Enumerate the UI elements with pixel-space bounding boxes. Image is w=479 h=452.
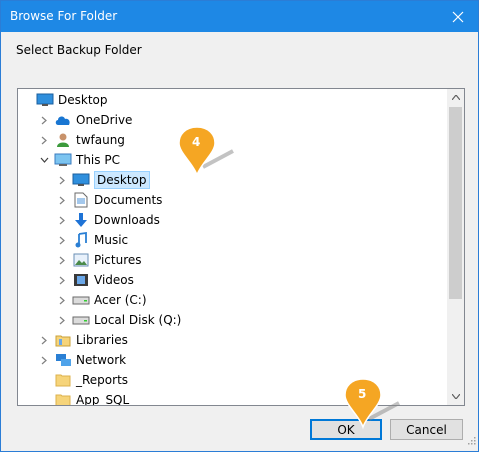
tree-item-label: _Reports: [76, 373, 129, 387]
chevron-right-icon[interactable]: [38, 112, 50, 128]
tree-item-label: Acer (C:): [94, 293, 147, 307]
video-icon: [72, 272, 90, 288]
cloud-icon: [54, 112, 72, 128]
drive-icon: [72, 312, 90, 328]
chevron-right-icon[interactable]: [38, 132, 50, 148]
title-bar[interactable]: Browse For Folder: [1, 1, 478, 32]
step-4-label: 4: [192, 135, 201, 149]
chevron-right-icon[interactable]: [56, 232, 68, 248]
chevron-right-icon[interactable]: [56, 252, 68, 268]
tree-item-label: App_SQL: [76, 393, 130, 406]
tree-item-label: Desktop: [58, 93, 108, 107]
tree-item-label: Downloads: [94, 213, 160, 227]
scroll-down-icon[interactable]: [447, 388, 464, 405]
chevron-right-icon[interactable]: [56, 312, 68, 328]
network-icon: [54, 352, 72, 368]
window-title: Browse For Folder: [10, 9, 118, 23]
tree-item[interactable]: Local Disk (Q:): [18, 310, 448, 330]
tree-item-label: Music: [94, 233, 129, 247]
user-icon: [54, 132, 72, 148]
chevron-right-icon[interactable]: [56, 192, 68, 208]
chevron-right-icon[interactable]: [56, 172, 68, 188]
step-4-callout: 4: [178, 126, 239, 183]
computer-icon: [54, 152, 72, 168]
scroll-thumb[interactable]: [449, 107, 462, 299]
tree-item-label: Documents: [94, 193, 163, 207]
step-5-label: 5: [358, 387, 367, 401]
download-icon: [72, 212, 90, 228]
folder-tree[interactable]: Desktop OneDrive twfaung This PC Desktop Docu…: [17, 88, 465, 406]
tree-item-label: Libraries: [76, 333, 128, 347]
desktop-icon: [72, 172, 90, 188]
tree-item[interactable]: Acer (C:): [18, 290, 448, 310]
chevron-right-icon[interactable]: [56, 292, 68, 308]
tree-item[interactable]: Videos: [18, 270, 448, 290]
tree-item-label: This PC: [76, 153, 120, 167]
tree-item[interactable]: Network: [18, 350, 448, 370]
tree-item-label: Pictures: [94, 253, 142, 267]
step-5-callout: 5: [344, 378, 405, 435]
tree-item-label: Desktop: [94, 171, 150, 189]
tree-item-label: twfaung: [76, 133, 125, 147]
vertical-scrollbar[interactable]: [447, 89, 464, 405]
document-icon: [72, 192, 90, 208]
tree-item[interactable]: Desktop: [18, 90, 448, 110]
chevron-right-icon[interactable]: [56, 212, 68, 228]
tree-item-label: Local Disk (Q:): [94, 313, 182, 327]
chevron-right-icon[interactable]: [56, 272, 68, 288]
chevron-right-icon[interactable]: [38, 332, 50, 348]
chevron-right-icon[interactable]: [38, 352, 50, 368]
tree-item[interactable]: Documents: [18, 190, 448, 210]
dialog-prompt: Select Backup Folder: [16, 43, 142, 57]
drive-icon: [72, 292, 90, 308]
tree-item[interactable]: Downloads: [18, 210, 448, 230]
tree-item-label: OneDrive: [76, 113, 133, 127]
library-icon: [54, 332, 72, 348]
folder-icon: [54, 372, 72, 388]
picture-icon: [72, 252, 90, 268]
music-icon: [72, 232, 90, 248]
tree-item-label: Videos: [94, 273, 134, 287]
folder-icon: [54, 392, 72, 405]
scroll-up-icon[interactable]: [447, 89, 464, 106]
resize-grip-icon[interactable]: [466, 430, 476, 449]
tree-item[interactable]: Music: [18, 230, 448, 250]
tree-item-label: Network: [76, 353, 127, 367]
chevron-down-icon[interactable]: [38, 152, 50, 168]
tree-item[interactable]: Pictures: [18, 250, 448, 270]
tree-item[interactable]: Libraries: [18, 330, 448, 350]
close-icon[interactable]: [438, 1, 478, 32]
browse-folder-dialog: Browse For Folder Select Backup Folder D…: [0, 0, 479, 452]
desktop-icon: [36, 92, 54, 108]
